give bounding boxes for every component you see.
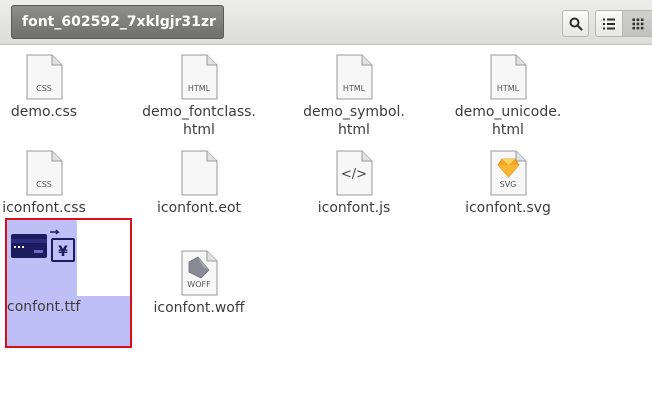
file-item[interactable]: HTML demo_unicode. html xyxy=(438,54,578,139)
grid-view-button[interactable] xyxy=(622,10,652,37)
toolbar: font_602592_7xklgjr31zr xyxy=(0,0,652,45)
file-item[interactable]: HTML demo_symbol. html xyxy=(284,54,424,139)
list-view-button[interactable] xyxy=(595,10,623,37)
path-bar-button[interactable]: font_602592_7xklgjr31zr xyxy=(11,5,224,39)
grid-view-icon xyxy=(632,18,643,29)
css-file-icon: CSS xyxy=(26,150,63,196)
svg-file-icon: SVG xyxy=(490,150,527,196)
woff-file-icon: WOFF xyxy=(181,250,218,296)
search-button[interactable] xyxy=(562,10,589,37)
css-file-icon: CSS xyxy=(26,54,63,100)
html-file-icon: HTML xyxy=(181,54,218,100)
search-icon xyxy=(569,17,583,31)
html-file-icon: HTML xyxy=(336,54,373,100)
blank-file-icon xyxy=(181,150,218,196)
file-item[interactable]: iconfont.eot xyxy=(129,150,269,217)
selection-outline xyxy=(5,218,132,348)
list-view-icon xyxy=(603,18,615,29)
file-item[interactable]: WOFF iconfont.woff xyxy=(129,250,269,317)
js-file-icon: </> xyxy=(336,150,373,196)
file-item[interactable]: </> iconfont.js xyxy=(284,150,424,217)
html-file-icon: HTML xyxy=(490,54,527,100)
file-item[interactable]: SVG iconfont.svg xyxy=(438,150,578,217)
file-item[interactable]: CSS iconfont.css xyxy=(0,150,114,217)
file-item[interactable]: CSS demo.css xyxy=(0,54,114,121)
file-item[interactable]: HTML demo_fontclass. html xyxy=(129,54,269,139)
